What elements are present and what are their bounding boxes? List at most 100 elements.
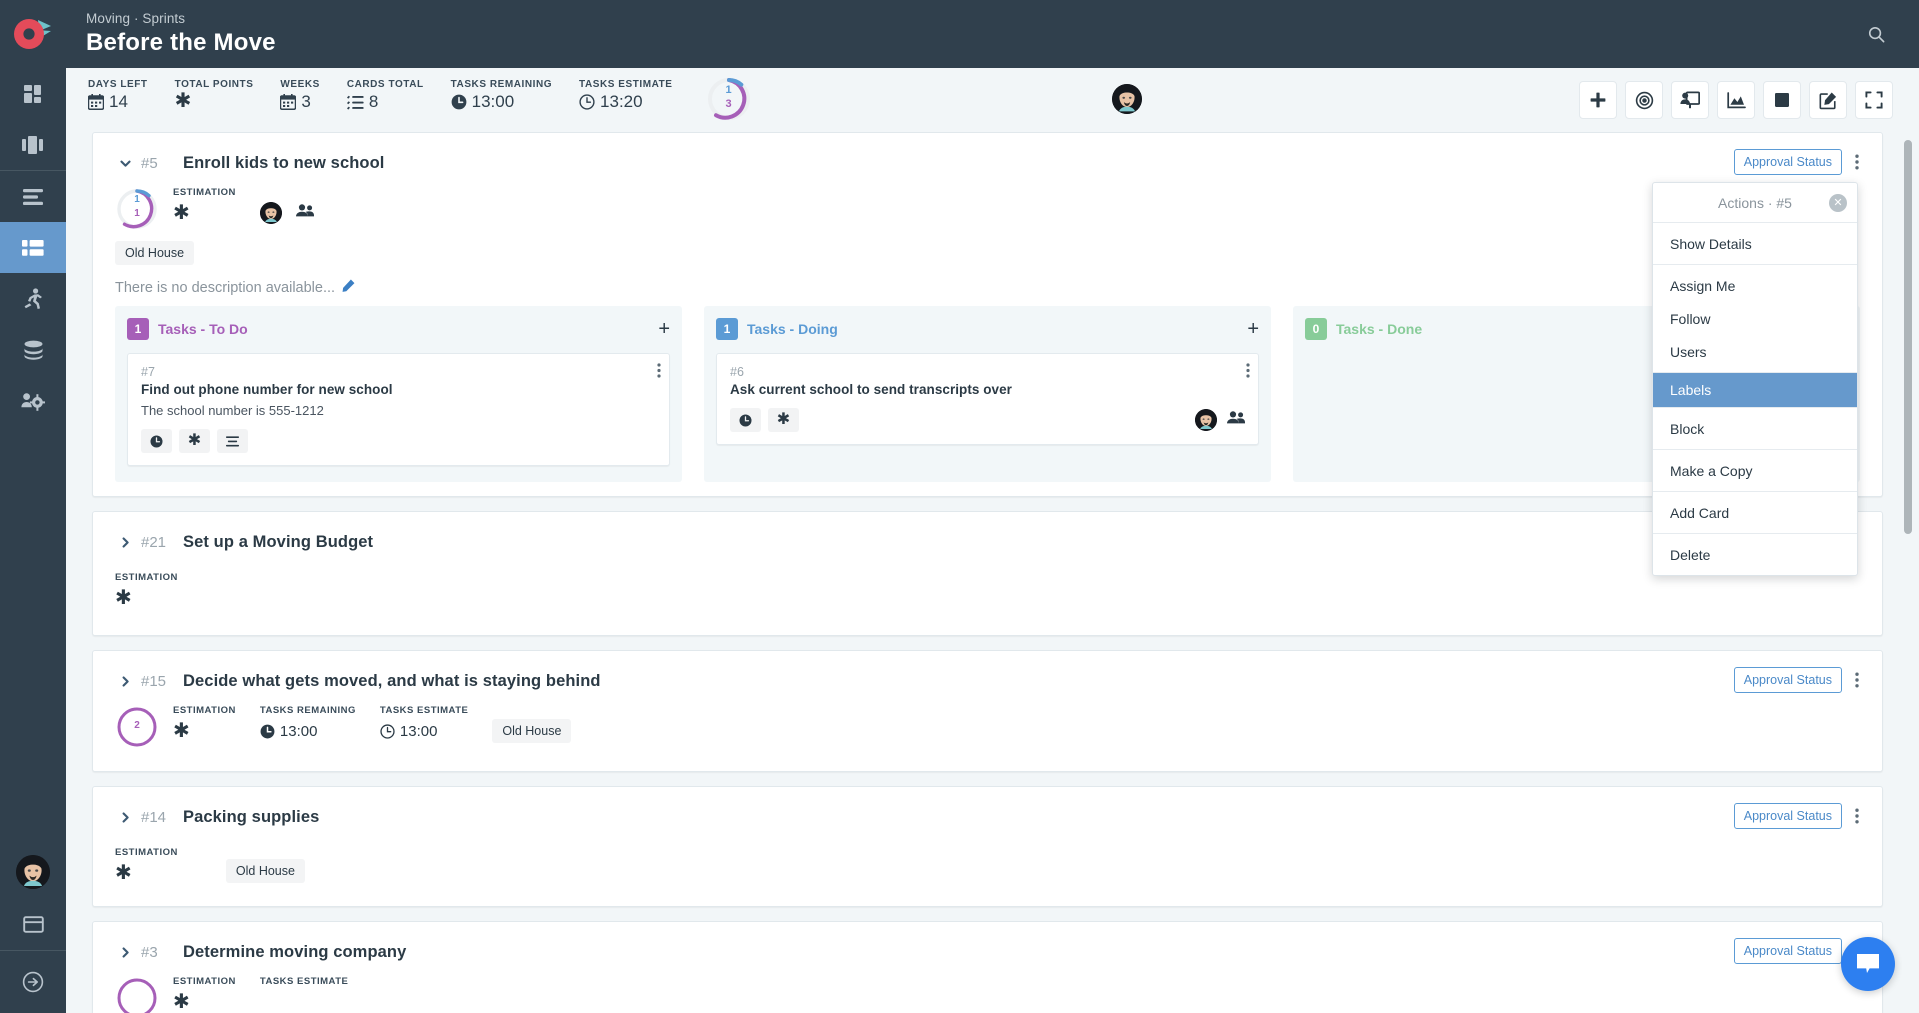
task-kebab-menu[interactable] [1246, 363, 1250, 383]
edit-square-icon [1819, 92, 1836, 109]
column-header: 1 Tasks - To Do + [127, 316, 670, 342]
vertical-scrollbar[interactable] [1904, 140, 1912, 534]
stat-tasks-remaining: TASKS REMAINING 13:00 [451, 79, 552, 112]
chevron-right-icon[interactable] [115, 675, 135, 688]
menu-item-add-card[interactable]: Add Card [1653, 496, 1857, 529]
sidebar-item-backlog[interactable] [0, 171, 66, 222]
presentation-button[interactable] [1671, 81, 1709, 119]
menu-item-labels[interactable]: Labels [1653, 373, 1857, 407]
add-button[interactable] [1579, 81, 1617, 119]
sidebar-item-billing[interactable] [0, 899, 66, 950]
story-labels: Old House [93, 231, 1882, 265]
app-logo[interactable] [0, 0, 66, 68]
story-title[interactable]: Packing supplies [183, 808, 319, 827]
sidebar-item-wiki[interactable] [0, 324, 66, 375]
meta-value[interactable]: ✱ [115, 862, 178, 884]
story-title[interactable]: Decide what gets moved, and what is stay… [183, 672, 601, 691]
sidebar-item-dashboard[interactable] [0, 68, 66, 119]
chevron-right-icon[interactable] [115, 536, 135, 549]
clock-filled-icon [451, 94, 467, 110]
sidebar-item-logout[interactable] [0, 951, 66, 1013]
story-number: #15 [141, 672, 167, 690]
plus-icon [1590, 92, 1606, 108]
breadcrumb[interactable]: Moving · Sprints [86, 10, 276, 28]
close-icon[interactable]: ✕ [1829, 194, 1847, 212]
columns-icon [22, 135, 43, 154]
story-kebab-menu[interactable] [1846, 149, 1868, 175]
target-button[interactable] [1625, 81, 1663, 119]
lines-icon[interactable] [217, 429, 248, 453]
label-chip[interactable]: Old House [492, 719, 572, 743]
story-kebab-menu[interactable] [1846, 803, 1868, 829]
sidebar-item-issues[interactable] [0, 273, 66, 324]
add-task-todo-button[interactable]: + [658, 319, 670, 339]
users-icon[interactable] [295, 204, 314, 222]
stories-scroll-area[interactable]: #5 Enroll kids to new school Approval St… [66, 132, 1919, 1013]
story-header: #5 Enroll kids to new school [93, 151, 1882, 175]
chat-bubble-button[interactable] [1841, 937, 1895, 991]
approval-status-badge[interactable]: Approval Status [1733, 803, 1842, 829]
pencil-icon[interactable] [342, 279, 355, 296]
menu-item-follow[interactable]: Follow [1653, 302, 1857, 335]
users-icon[interactable] [1227, 411, 1245, 429]
meta-value[interactable]: ✱ [173, 720, 236, 742]
story-title[interactable]: Set up a Moving Budget [183, 533, 373, 552]
asterisk-icon[interactable]: ✱ [768, 408, 799, 432]
dropdown-group: Add Card [1653, 492, 1857, 534]
story-actions: Approval Status [1733, 667, 1868, 693]
sidebar-item-kanban[interactable] [0, 119, 66, 170]
chevron-down-icon[interactable] [115, 157, 135, 170]
asterisk-icon: ✱ [115, 587, 132, 609]
menu-item-assign-me[interactable]: Assign Me [1653, 269, 1857, 302]
stat-value-row: ✱ [175, 91, 254, 111]
task-kebab-menu[interactable] [657, 363, 661, 383]
edit-button[interactable] [1809, 81, 1847, 119]
chart-button[interactable] [1717, 81, 1755, 119]
story-kebab-menu[interactable] [1846, 667, 1868, 693]
fullscreen-icon [1865, 91, 1883, 109]
story-progress-ring [115, 976, 159, 1013]
meta-value[interactable]: ✱ [115, 587, 178, 609]
sprint-member-avatar[interactable] [1112, 84, 1142, 114]
menu-item-block[interactable]: Block [1653, 412, 1857, 445]
fullscreen-button[interactable] [1855, 81, 1893, 119]
dropdown-header: Actions · #5 ✕ [1653, 183, 1857, 223]
meta-value[interactable]: ✱ [173, 991, 236, 1013]
menu-item-show-details[interactable]: Show Details [1653, 227, 1857, 260]
approval-status-badge[interactable]: Approval Status [1733, 938, 1842, 964]
sprint-progress-ring: 1 3 [706, 76, 752, 122]
stat-value-row: 3 [280, 92, 319, 112]
task-card[interactable]: #6 Ask current school to send transcript… [716, 353, 1259, 445]
meta-value[interactable]: ✱ [173, 202, 236, 224]
avatar[interactable] [1195, 409, 1217, 431]
add-task-doing-button[interactable]: + [1247, 319, 1259, 339]
menu-item-users[interactable]: Users [1653, 335, 1857, 368]
sidebar-item-taskboard[interactable] [0, 222, 66, 273]
square-button[interactable] [1763, 81, 1801, 119]
story-labels: Old House [225, 847, 305, 883]
approval-status-badge[interactable]: Approval Status [1733, 667, 1842, 693]
story-meta: 1 1 ESTIMATION ✱ [93, 175, 1882, 231]
asterisk-icon[interactable]: ✱ [179, 429, 210, 453]
dropdown-group: Labels [1653, 373, 1857, 408]
story-title[interactable]: Enroll kids to new school [183, 154, 384, 173]
chevron-right-icon[interactable] [115, 811, 135, 824]
story-title[interactable]: Determine moving company [183, 943, 406, 962]
clock-filled-icon[interactable] [141, 429, 172, 453]
menu-item-delete[interactable]: Delete [1653, 538, 1857, 571]
mountain-chart-icon [1726, 91, 1746, 108]
card-icon [22, 916, 44, 933]
approval-status-badge[interactable]: Approval Status [1733, 149, 1842, 175]
chevron-right-icon[interactable] [115, 946, 135, 959]
label-chip[interactable]: Old House [225, 859, 305, 883]
task-card[interactable]: #7 Find out phone number for new school … [127, 353, 670, 466]
avatar[interactable] [16, 855, 50, 889]
clock-filled-icon[interactable] [730, 408, 761, 432]
label-chip[interactable]: Old House [115, 241, 195, 265]
search-icon[interactable] [1859, 17, 1893, 51]
sidebar-item-team-settings[interactable] [0, 375, 66, 426]
menu-item-make-a-copy[interactable]: Make a Copy [1653, 454, 1857, 487]
asterisk-icon: ✱ [173, 202, 190, 224]
top-bar: Moving · Sprints Before the Move [0, 0, 1919, 68]
avatar[interactable] [259, 202, 282, 224]
